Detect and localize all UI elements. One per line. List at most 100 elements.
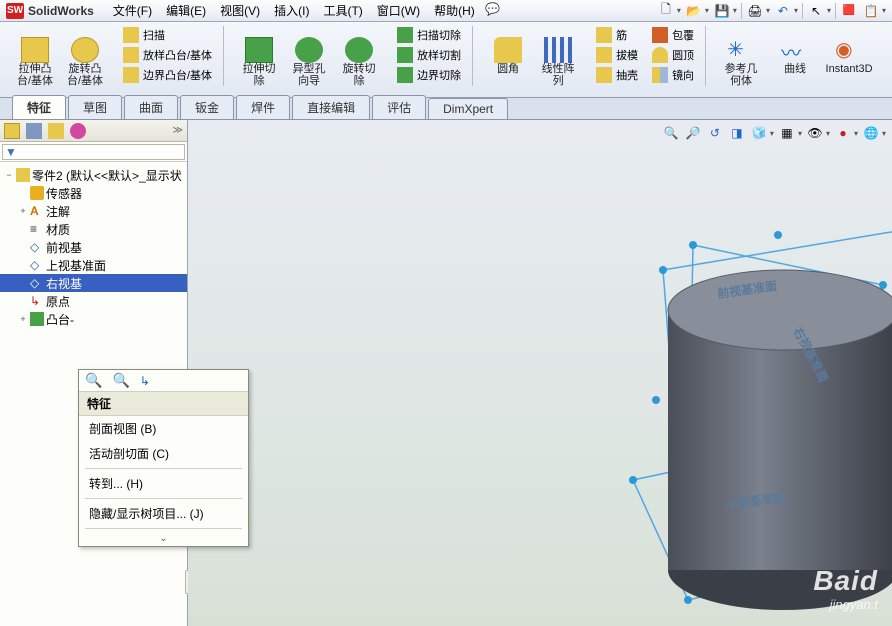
- workspace: ≫ ▼ −零件2 (默认<<默认>_显示状 传感器 +A注解 ≡材质 ◇前视基 …: [0, 120, 892, 626]
- undo-icon[interactable]: ↶: [774, 2, 792, 20]
- reference-geometry-button[interactable]: ✳参考几 何体: [718, 37, 764, 87]
- extruded-boss-button[interactable]: 拉伸凸 台/基体: [12, 37, 58, 87]
- tree-item-right-plane[interactable]: ◇右视基: [0, 274, 187, 292]
- separator: [705, 26, 706, 86]
- lofted-cut-button[interactable]: 放样切割: [394, 46, 464, 64]
- shell-button[interactable]: 抽壳: [593, 66, 641, 84]
- separator: [85, 468, 242, 469]
- tab-sheetmetal[interactable]: 钣金: [180, 95, 234, 119]
- display-style-icon[interactable]: ▦: [778, 124, 796, 142]
- separator: [741, 3, 742, 19]
- panel-collapse-icon[interactable]: ≫: [173, 125, 183, 136]
- menu-view[interactable]: 视图(V): [215, 0, 265, 21]
- quick-access-toolbar: 🗋▾ 📂▾ 💾▾ 🖨▾ ↶▾ ↖▾ 🟥 📋▾: [657, 2, 886, 20]
- scene-icon[interactable]: 🌐: [862, 124, 880, 142]
- context-expand-icon[interactable]: ⌄: [79, 531, 248, 546]
- help-balloon-icon[interactable]: 💬: [484, 0, 502, 18]
- boundary-boss-button[interactable]: 边界凸台/基体: [120, 66, 215, 84]
- model-scene: 前视基准面 右视基准面 上视基准面: [488, 180, 892, 620]
- tree-filter: ▼: [0, 142, 187, 162]
- options-icon[interactable]: 📋: [862, 2, 880, 20]
- menu-help[interactable]: 帮助(H): [429, 0, 480, 21]
- dimxpert-tab-icon[interactable]: [70, 123, 86, 139]
- separator: [472, 26, 473, 86]
- property-manager-tab-icon[interactable]: [26, 123, 42, 139]
- separator: [85, 498, 242, 499]
- revolved-boss-button[interactable]: 旋转凸 台/基体: [62, 37, 108, 87]
- context-mini-toolbar: 🔍 🔍 ↳: [79, 370, 248, 392]
- tab-dimxpert[interactable]: DimXpert: [428, 98, 508, 119]
- ctx-go-to[interactable]: 转到... (H): [79, 471, 248, 496]
- linear-pattern-button[interactable]: 线性阵 列: [535, 37, 581, 87]
- section-view-icon[interactable]: ◨: [728, 124, 746, 142]
- menu-window[interactable]: 窗口(W): [372, 0, 425, 21]
- watermark: Baid jingyan.t: [813, 565, 878, 612]
- zoom-fit-icon[interactable]: 🔍: [662, 124, 680, 142]
- separator: [85, 528, 242, 529]
- ctx-hide-show-tree[interactable]: 隐藏/显示树项目... (J): [79, 501, 248, 526]
- mirror-button[interactable]: 镜向: [649, 66, 697, 84]
- normal-to-icon[interactable]: 🔍: [112, 372, 129, 389]
- tab-sketch[interactable]: 草图: [68, 95, 122, 119]
- tree-item-boss[interactable]: +凸台-: [0, 310, 187, 328]
- tab-surfaces[interactable]: 曲面: [124, 95, 178, 119]
- traffic-light-icon[interactable]: 🟥: [840, 2, 858, 20]
- swept-boss-button[interactable]: 扫描: [120, 26, 215, 44]
- tree-item-annotations[interactable]: +A注解: [0, 202, 187, 220]
- configuration-tab-icon[interactable]: [48, 123, 64, 139]
- menu-tools[interactable]: 工具(T): [318, 0, 367, 21]
- draft-button[interactable]: 拔模: [593, 46, 641, 64]
- app-name: SolidWorks: [28, 4, 94, 18]
- extruded-cut-button[interactable]: 拉伸切 除: [236, 37, 282, 87]
- open-icon[interactable]: 📂: [685, 2, 703, 20]
- menu-edit[interactable]: 编辑(E): [161, 0, 211, 21]
- ribbon: 拉伸凸 台/基体 旋转凸 台/基体 扫描 放样凸台/基体 边界凸台/基体 拉伸切…: [0, 22, 892, 98]
- save-icon[interactable]: 💾: [713, 2, 731, 20]
- curves-button[interactable]: 〰曲线: [772, 37, 818, 87]
- title-bar: SW SolidWorks 文件(F) 编辑(E) 视图(V) 插入(I) 工具…: [0, 0, 892, 22]
- menu-file[interactable]: 文件(F): [108, 0, 157, 21]
- swept-cut-button[interactable]: 扫描切除: [394, 26, 464, 44]
- hole-wizard-button[interactable]: 异型孔 向导: [286, 37, 332, 87]
- ctx-section-view[interactable]: 剖面视图 (B): [79, 416, 248, 441]
- hide-show-icon[interactable]: 👁: [806, 124, 824, 142]
- previous-view-icon[interactable]: ↺: [706, 124, 724, 142]
- tree-item-material[interactable]: ≡材质: [0, 220, 187, 238]
- tree-root[interactable]: −零件2 (默认<<默认>_显示状: [0, 166, 187, 184]
- separator: [223, 26, 224, 86]
- zoom-area-icon[interactable]: 🔎: [684, 124, 702, 142]
- menu-insert[interactable]: 插入(I): [269, 0, 314, 21]
- select-icon[interactable]: ↖: [807, 2, 825, 20]
- rib-button[interactable]: 筋: [593, 26, 641, 44]
- tab-features[interactable]: 特征: [12, 95, 66, 119]
- panel-tabs: ≫: [0, 120, 187, 142]
- view-toolbar: 🔍 🔎 ↺ ◨ 🧊▾ ▦▾ 👁▾ ●▾ 🌐▾: [662, 124, 886, 142]
- graphics-view[interactable]: 🔍 🔎 ↺ ◨ 🧊▾ ▦▾ 👁▾ ●▾ 🌐▾: [188, 120, 892, 626]
- zoom-selection-icon[interactable]: 🔍: [85, 372, 102, 389]
- tree-item-sensors[interactable]: 传感器: [0, 184, 187, 202]
- menu-bar: 文件(F) 编辑(E) 视图(V) 插入(I) 工具(T) 窗口(W) 帮助(H…: [108, 0, 502, 21]
- wrap-button[interactable]: 包覆: [649, 26, 697, 44]
- app-logo-icon: SW: [6, 3, 24, 19]
- tree-filter-input[interactable]: [2, 144, 185, 160]
- dome-button[interactable]: 圆顶: [649, 46, 697, 64]
- tab-evaluate[interactable]: 评估: [372, 95, 426, 119]
- tree-item-origin[interactable]: ↳原点: [0, 292, 187, 310]
- revolved-cut-button[interactable]: 旋转切 除: [336, 37, 382, 87]
- fillet-button[interactable]: 圆角: [485, 37, 531, 87]
- view-orientation-icon[interactable]: 🧊: [750, 124, 768, 142]
- tree-item-top-plane[interactable]: ◇上视基准面: [0, 256, 187, 274]
- feature-tree-tab-icon[interactable]: [4, 123, 20, 139]
- tree-item-front-plane[interactable]: ◇前视基: [0, 238, 187, 256]
- ctx-live-section[interactable]: 活动剖切面 (C): [79, 441, 248, 466]
- print-icon[interactable]: 🖨: [746, 2, 764, 20]
- appearance-icon[interactable]: ●: [834, 124, 852, 142]
- new-icon[interactable]: 🗋: [657, 2, 675, 20]
- tab-weldments[interactable]: 焊件: [236, 95, 290, 119]
- tab-directedit[interactable]: 直接编辑: [292, 95, 370, 119]
- instant3d-button[interactable]: ◉Instant3D: [826, 37, 872, 87]
- lofted-boss-button[interactable]: 放样凸台/基体: [120, 46, 215, 64]
- orient-icon[interactable]: ↳: [140, 374, 150, 388]
- context-menu-header: 特征: [79, 392, 248, 416]
- boundary-cut-button[interactable]: 边界切除: [394, 66, 464, 84]
